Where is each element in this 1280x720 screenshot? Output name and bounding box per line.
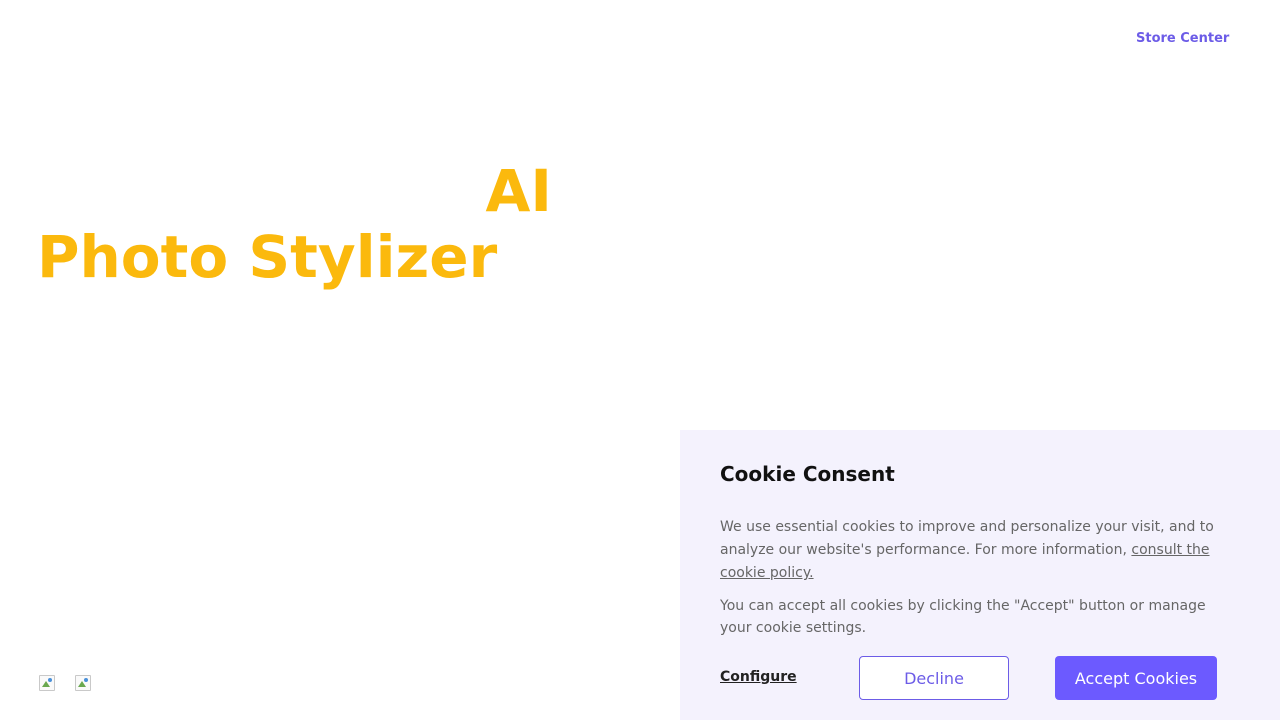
cookie-consent-panel: Cookie Consent We use essential cookies …	[680, 430, 1280, 720]
cookie-consent-instructions: You can accept all cookies by clicking t…	[720, 598, 1206, 636]
cookie-consent-title: Cookie Consent	[720, 462, 895, 486]
store-center-link[interactable]: Store Center	[1136, 31, 1229, 46]
cookie-consent-description: We use essential cookies to improve and …	[720, 516, 1220, 585]
accept-cookies-button[interactable]: Accept Cookies	[1055, 656, 1217, 700]
hero-title-line2: Photo Stylizer	[37, 223, 498, 291]
google-play-badge-icon[interactable]	[75, 675, 91, 691]
store-badges	[39, 675, 91, 691]
hero-title: AI Photo Stylizer	[37, 158, 567, 290]
cookie-actions: Configure Decline Accept Cookies	[720, 656, 1240, 700]
page: Store Center AI Photo Stylizer Cookie Co…	[0, 0, 1280, 720]
hero-title-line1: AI	[485, 157, 552, 225]
configure-button[interactable]: Configure	[720, 669, 797, 685]
decline-button[interactable]: Decline	[859, 656, 1009, 700]
app-store-badge-icon[interactable]	[39, 675, 55, 691]
